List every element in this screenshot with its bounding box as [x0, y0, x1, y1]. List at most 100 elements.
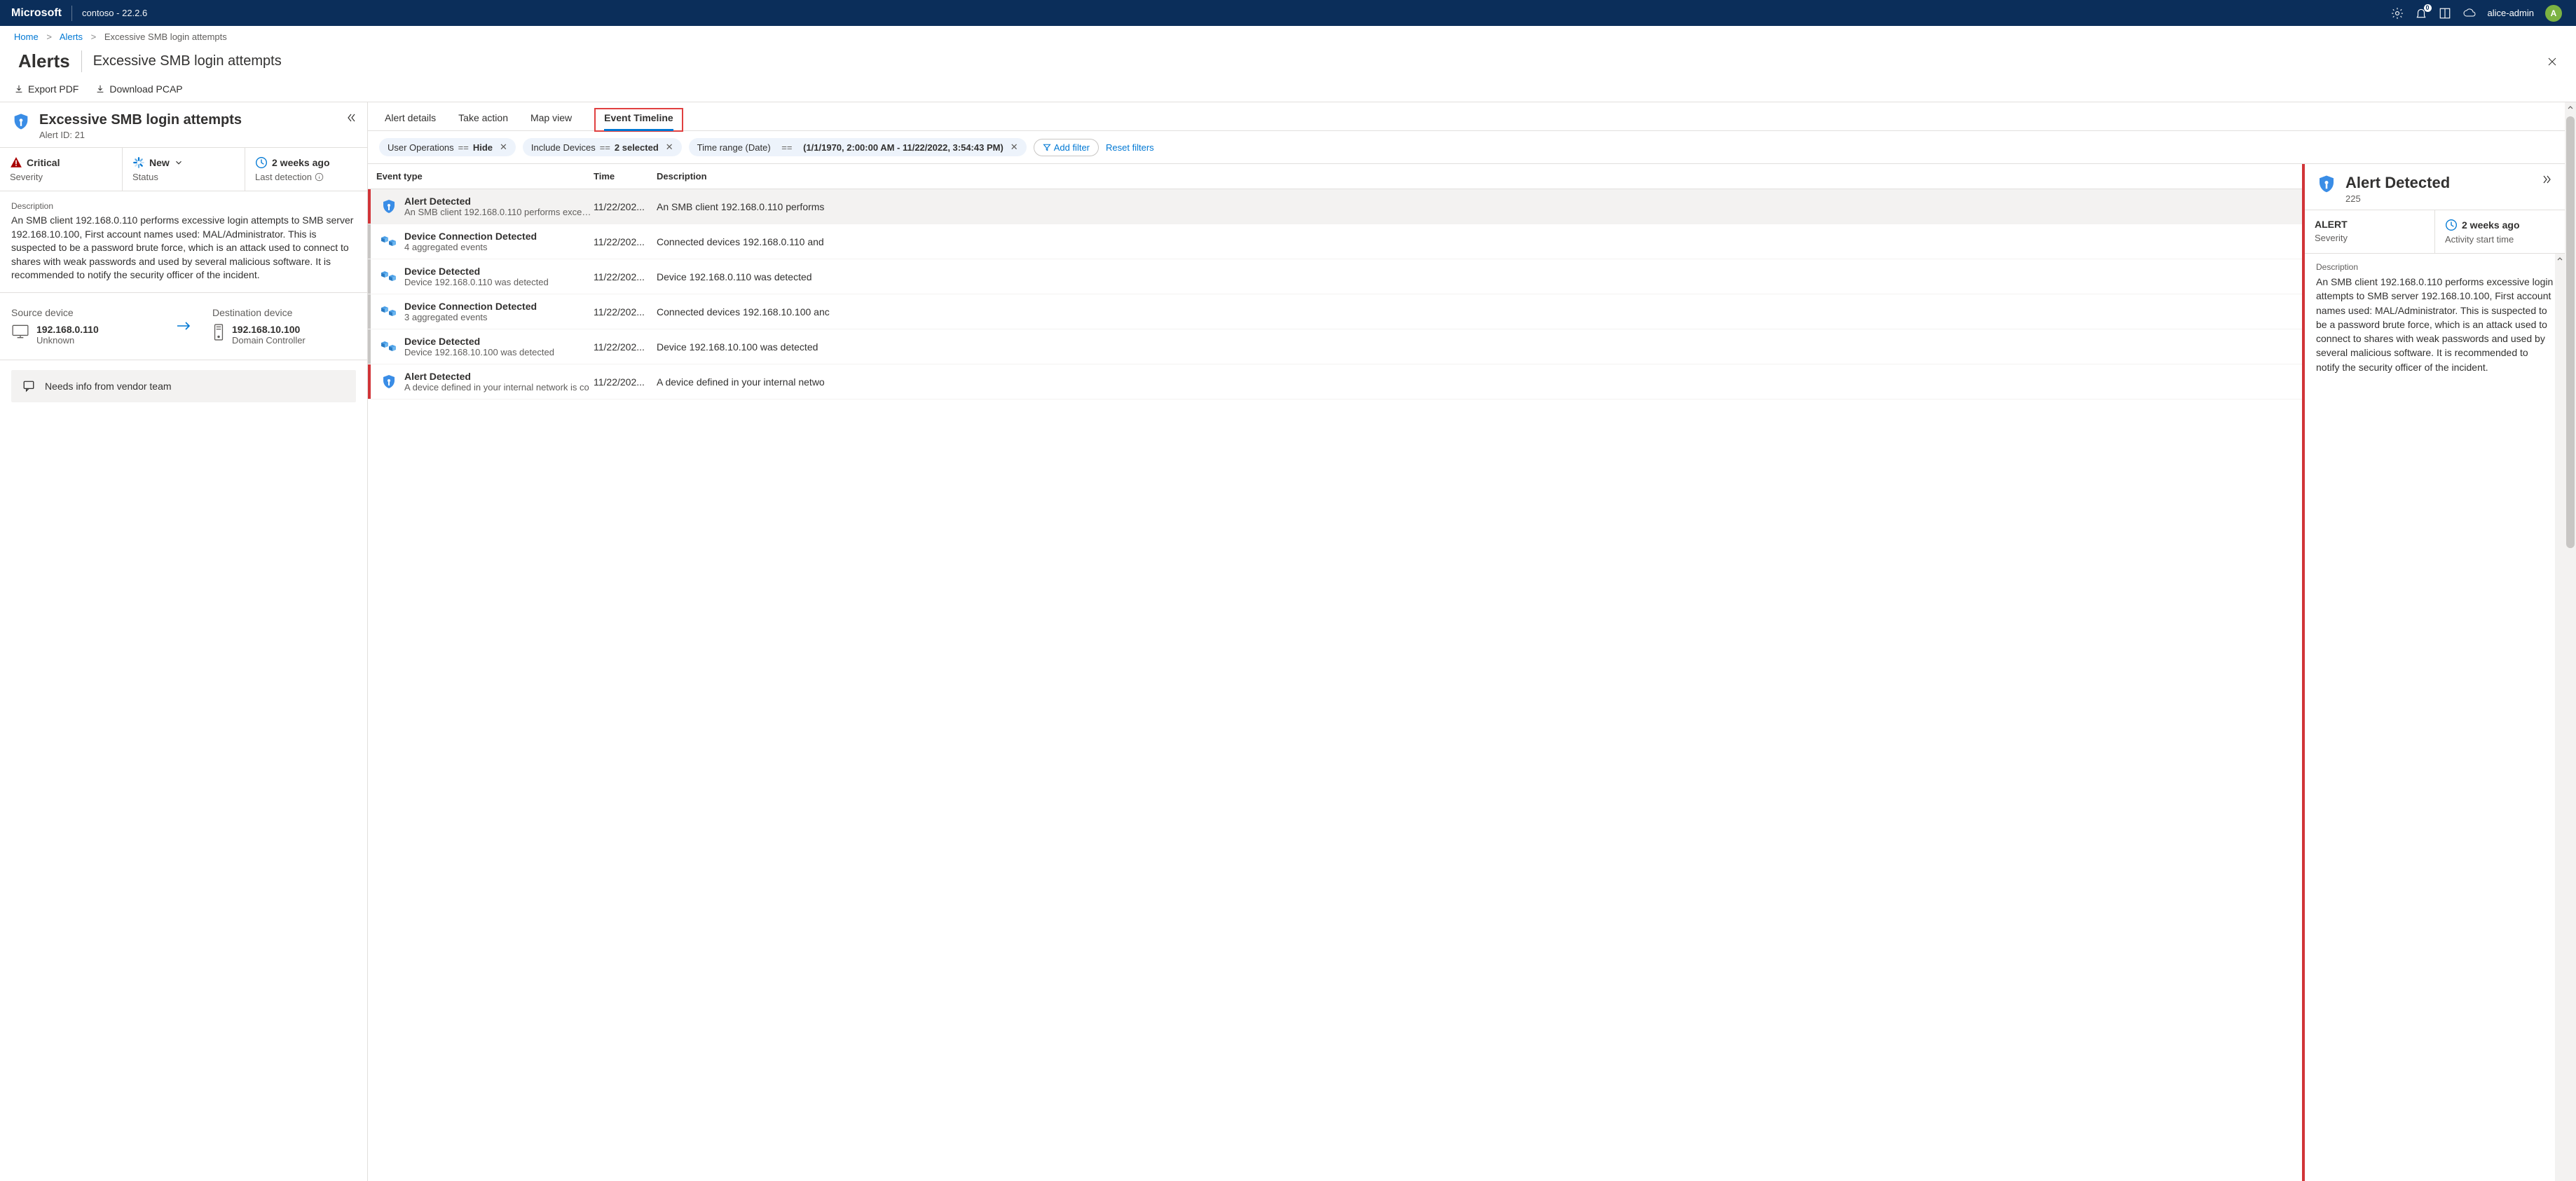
shield-icon — [381, 374, 397, 390]
book-icon[interactable] — [2439, 7, 2451, 20]
close-icon[interactable]: ✕ — [497, 142, 507, 153]
alert-summary-panel: Excessive SMB login attempts Alert ID: 2… — [0, 102, 368, 1181]
filter-icon — [1043, 143, 1051, 151]
breadcrumb: Home > Alerts > Excessive SMB login atte… — [0, 26, 2576, 48]
detail-start-time: 2 weeks ago Activity start time — [2435, 210, 2565, 253]
filter-include-devices[interactable]: Include Devices==2 selected ✕ — [523, 138, 682, 156]
row-title: Device Detected — [404, 336, 554, 347]
row-subtitle: Device 192.168.0.110 was detected — [404, 277, 549, 287]
page-header: Alerts Excessive SMB login attempts — [0, 48, 2576, 79]
warning-icon — [10, 156, 22, 169]
row-subtitle: A device defined in your internal networ… — [404, 382, 589, 392]
brand: Microsoft — [7, 6, 72, 21]
clock-icon — [255, 156, 268, 169]
row-title: Device Detected — [404, 266, 549, 277]
row-desc: Connected devices 192.168.10.100 anc — [657, 306, 2294, 318]
col-description[interactable]: Description — [657, 171, 2294, 182]
tab-event-timeline[interactable]: Event Timeline — [604, 112, 673, 130]
scrollbar[interactable] — [2565, 102, 2576, 1181]
row-title: Alert Detected — [404, 196, 594, 207]
row-desc: A device defined in your internal netwo — [657, 376, 2294, 388]
scrollbar[interactable] — [2555, 254, 2565, 1181]
detail-sub: 225 — [2345, 193, 2450, 204]
last-detection-stat: 2 weeks ago Last detection — [245, 148, 367, 191]
expand-icon[interactable] — [2542, 174, 2554, 185]
description-block: Description An SMB client 192.168.0.110 … — [0, 191, 367, 293]
crumb-alerts[interactable]: Alerts — [60, 32, 83, 42]
table-row[interactable]: Alert DetectedAn SMB client 192.168.0.11… — [368, 189, 2302, 224]
cubes-icon — [381, 339, 397, 355]
actions-row: Export PDF Download PCAP — [0, 79, 2576, 102]
page-subtitle: Excessive SMB login attempts — [93, 53, 282, 69]
row-subtitle: Device 192.168.10.100 was detected — [404, 347, 554, 357]
tab-map-view[interactable]: Map view — [530, 112, 572, 130]
row-desc: An SMB client 192.168.0.110 performs — [657, 201, 2294, 212]
col-time[interactable]: Time — [594, 171, 657, 182]
main-panel: Alert details Take action Map view Event… — [368, 102, 2565, 1181]
row-title: Device Connection Detected — [404, 231, 537, 242]
tab-alert-details[interactable]: Alert details — [385, 112, 436, 130]
col-event-type[interactable]: Event type — [376, 171, 594, 182]
chevron-down-icon — [174, 158, 184, 168]
avatar[interactable]: A — [2545, 5, 2562, 22]
table-row[interactable]: Device Connection Detected4 aggregated e… — [368, 224, 2302, 259]
clock-icon — [2445, 219, 2458, 231]
cubes-icon — [381, 233, 397, 250]
row-desc: Device 192.168.10.100 was detected — [657, 341, 2294, 353]
row-time: 11/22/202... — [594, 201, 657, 212]
row-subtitle: 3 aggregated events — [404, 312, 537, 322]
row-time: 11/22/202... — [594, 271, 657, 282]
crumb-home[interactable]: Home — [14, 32, 39, 42]
filter-time-range[interactable]: Time range (Date) == (1/1/1970, 2:00:00 … — [689, 138, 1027, 156]
info-icon[interactable] — [315, 172, 324, 182]
detail-description: Description An SMB client 192.168.0.110 … — [2305, 254, 2565, 383]
arrow-icon — [176, 321, 191, 331]
server-icon — [212, 324, 225, 341]
topbar: Microsoft contoso - 22.2.6 0 alice-admin… — [0, 0, 2576, 26]
row-subtitle: 4 aggregated events — [404, 242, 537, 252]
cubes-icon — [381, 268, 397, 285]
row-time: 11/22/202... — [594, 341, 657, 353]
filter-user-operations[interactable]: User Operations==Hide ✕ — [379, 138, 516, 156]
row-desc: Device 192.168.0.110 was detected — [657, 271, 2294, 282]
event-table: Event type Time Description Alert Detect… — [368, 164, 2302, 1181]
alert-id: Alert ID: 21 — [39, 130, 242, 140]
download-pcap-button[interactable]: Download PCAP — [95, 83, 182, 95]
close-icon[interactable] — [2542, 52, 2562, 71]
page-title: Alerts — [7, 50, 82, 72]
add-filter-button[interactable]: Add filter — [1034, 139, 1099, 156]
bell-icon[interactable]: 0 — [2415, 7, 2427, 20]
row-title: Device Connection Detected — [404, 301, 537, 312]
close-icon[interactable]: ✕ — [1008, 142, 1018, 153]
table-row[interactable]: Device DetectedDevice 192.168.10.100 was… — [368, 329, 2302, 364]
close-icon[interactable]: ✕ — [663, 142, 673, 153]
cubes-icon — [381, 303, 397, 320]
crumb-current: Excessive SMB login attempts — [104, 32, 227, 42]
row-time: 11/22/202... — [594, 376, 657, 388]
export-pdf-button[interactable]: Export PDF — [14, 83, 78, 95]
severity-stat: Critical Severity — [0, 148, 123, 191]
shield-icon — [2316, 174, 2337, 195]
table-row[interactable]: Alert DetectedA device defined in your i… — [368, 364, 2302, 400]
filter-row: User Operations==Hide ✕ Include Devices=… — [368, 131, 2565, 164]
detail-title: Alert Detected — [2345, 174, 2450, 192]
tab-take-action[interactable]: Take action — [458, 112, 508, 130]
cloud-icon[interactable] — [2462, 8, 2476, 19]
source-device: Source device 192.168.0.110 Unknown — [11, 307, 155, 346]
user-name[interactable]: alice-admin — [2488, 8, 2534, 18]
tenant-label: contoso - 22.2.6 — [72, 8, 147, 18]
event-detail-panel: Alert Detected 225 ALERT Severity — [2302, 164, 2565, 1181]
row-subtitle: An SMB client 192.168.0.110 performs exc… — [404, 207, 594, 217]
table-row[interactable]: Device Connection Detected3 aggregated e… — [368, 294, 2302, 329]
table-row[interactable]: Device DetectedDevice 192.168.0.110 was … — [368, 259, 2302, 294]
note-box[interactable]: Needs info from vendor team — [11, 370, 356, 402]
detail-severity: ALERT Severity — [2305, 210, 2435, 253]
collapse-icon[interactable] — [345, 112, 356, 123]
row-title: Alert Detected — [404, 371, 589, 382]
monitor-icon — [11, 324, 29, 339]
gear-icon[interactable] — [2391, 7, 2404, 20]
status-stat[interactable]: New Status — [123, 148, 245, 191]
comment-icon — [22, 380, 35, 392]
reset-filters-link[interactable]: Reset filters — [1106, 142, 1154, 153]
row-time: 11/22/202... — [594, 306, 657, 318]
